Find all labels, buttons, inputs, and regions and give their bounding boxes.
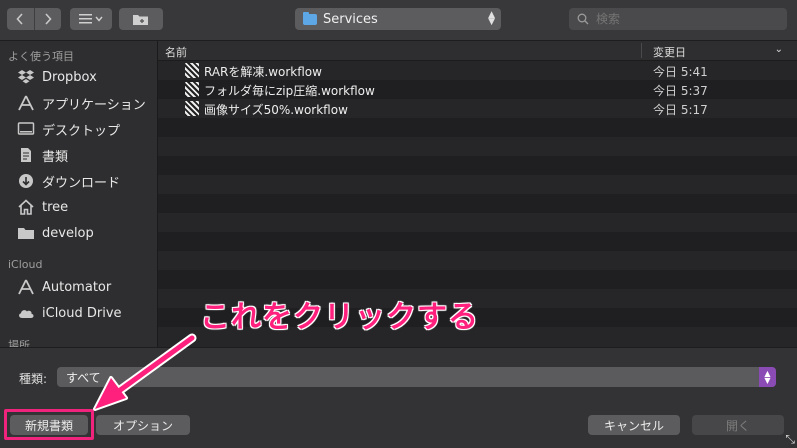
sidebar-item-downloads[interactable]: ダウンロード	[16, 170, 120, 192]
workflow-file-icon	[185, 101, 199, 116]
sort-chevron-icon[interactable]: ⌄	[775, 44, 783, 55]
cancel-button[interactable]: キャンセル	[588, 415, 680, 435]
sidebar-item-tree[interactable]: tree	[16, 196, 68, 218]
file-row[interactable]: フォルダ毎にzip圧縮.workflow 今日 5:37	[158, 80, 797, 99]
empty-row	[158, 137, 797, 156]
kind-select[interactable]: すべて ▲ ▼	[57, 367, 776, 387]
column-divider[interactable]	[641, 43, 642, 58]
updown-chevron-icon: ▲ ▼	[488, 10, 495, 27]
empty-row	[158, 251, 797, 270]
search-icon	[577, 13, 589, 25]
favorites-header: よく使う項目	[8, 50, 74, 63]
sidebar-item-icloud-drive[interactable]: iCloud Drive	[16, 302, 122, 324]
empty-row	[158, 213, 797, 232]
home-icon	[16, 198, 36, 216]
folder-icon	[16, 224, 36, 242]
column-header-name[interactable]: 名前	[165, 44, 187, 60]
navigation-buttons	[7, 8, 61, 30]
chevron-left-icon	[16, 13, 23, 25]
resize-grip-icon[interactable]: ⤡	[785, 432, 795, 447]
search-field[interactable]	[569, 8, 787, 30]
sidebar-item-desktop[interactable]: デスクトップ	[16, 118, 120, 140]
sidebar-item-dropbox[interactable]: Dropbox	[16, 66, 97, 88]
forward-button[interactable]	[33, 8, 62, 30]
workflow-file-icon	[185, 63, 199, 78]
sidebar-item-automator[interactable]: Automator	[16, 276, 111, 298]
desktop-icon	[16, 120, 36, 138]
kind-label: 種類:	[19, 372, 48, 386]
highlight-box	[4, 409, 94, 440]
empty-row	[158, 118, 797, 137]
locations-header: 場所	[8, 339, 30, 347]
sidebar-item-label: Dropbox	[42, 69, 97, 85]
sidebar-item-label: Automator	[42, 279, 112, 295]
options-button[interactable]: オプション	[96, 415, 190, 435]
sidebar-item-label: iCloud Drive	[42, 305, 122, 321]
empty-row	[158, 232, 797, 251]
file-row[interactable]: 画像サイズ50%.workflow 今日 5:17	[158, 99, 797, 118]
downloads-icon	[16, 172, 36, 190]
list-view-icon	[79, 14, 103, 24]
file-row[interactable]: RARを解凍.workflow 今日 5:41	[158, 61, 797, 80]
list-header: 名前 変更日 ⌄	[158, 41, 797, 61]
new-folder-icon	[133, 15, 148, 25]
search-input[interactable]	[594, 11, 778, 27]
empty-row	[158, 270, 797, 289]
annotation-text: これをクリックする	[200, 300, 479, 335]
documents-icon	[16, 146, 36, 164]
sidebar-item-label: アプリケーション	[42, 97, 146, 113]
dropbox-icon	[16, 68, 36, 86]
file-name: フォルダ毎にzip圧縮.workflow	[204, 84, 375, 98]
sidebar-item-label: 書類	[42, 149, 69, 165]
empty-row	[158, 194, 797, 213]
toolbar: Services ▲ ▼	[0, 0, 797, 41]
sidebar-item-label: デスクトップ	[42, 123, 121, 139]
open-button[interactable]: 開く	[692, 415, 784, 435]
kind-value: すべて	[66, 370, 101, 385]
sidebar-item-applications[interactable]: アプリケーション	[16, 92, 146, 114]
updown-chevron-icon: ▲ ▼	[759, 367, 776, 387]
icloud-header: iCloud	[8, 258, 43, 271]
cloud-icon	[16, 304, 36, 322]
new-folder-button[interactable]	[119, 8, 163, 30]
file-name: RARを解凍.workflow	[204, 65, 322, 79]
applications-icon	[16, 94, 36, 112]
location-label: Services	[323, 11, 378, 27]
file-date: 今日 5:37	[653, 84, 708, 98]
chevron-right-icon	[45, 13, 52, 25]
empty-row	[158, 175, 797, 194]
location-popup[interactable]: Services ▲ ▼	[295, 8, 501, 30]
sidebar-item-develop[interactable]: develop	[16, 222, 94, 244]
view-mode-button[interactable]	[70, 8, 112, 30]
sidebar-item-label: ダウンロード	[42, 175, 121, 191]
folder-icon	[303, 11, 317, 25]
file-date: 今日 5:41	[653, 65, 708, 79]
sidebar: よく使う項目 Dropbox アプリケーション デスクトップ 書類 ダウンロード	[0, 41, 158, 347]
back-button[interactable]	[7, 8, 34, 30]
workflow-file-icon	[185, 82, 199, 97]
file-name: 画像サイズ50%.workflow	[204, 103, 348, 117]
column-header-date[interactable]: 変更日	[653, 44, 686, 60]
sidebar-item-label: tree	[42, 199, 69, 215]
sidebar-item-documents[interactable]: 書類	[16, 144, 68, 166]
bottom-panel: 種類: すべて ▲ ▼ 新規書類 オプション キャンセル 開く ⤡	[0, 347, 797, 448]
automator-icon	[16, 278, 36, 296]
sidebar-item-label: develop	[42, 225, 94, 241]
file-date: 今日 5:17	[653, 103, 708, 117]
empty-row	[158, 156, 797, 175]
